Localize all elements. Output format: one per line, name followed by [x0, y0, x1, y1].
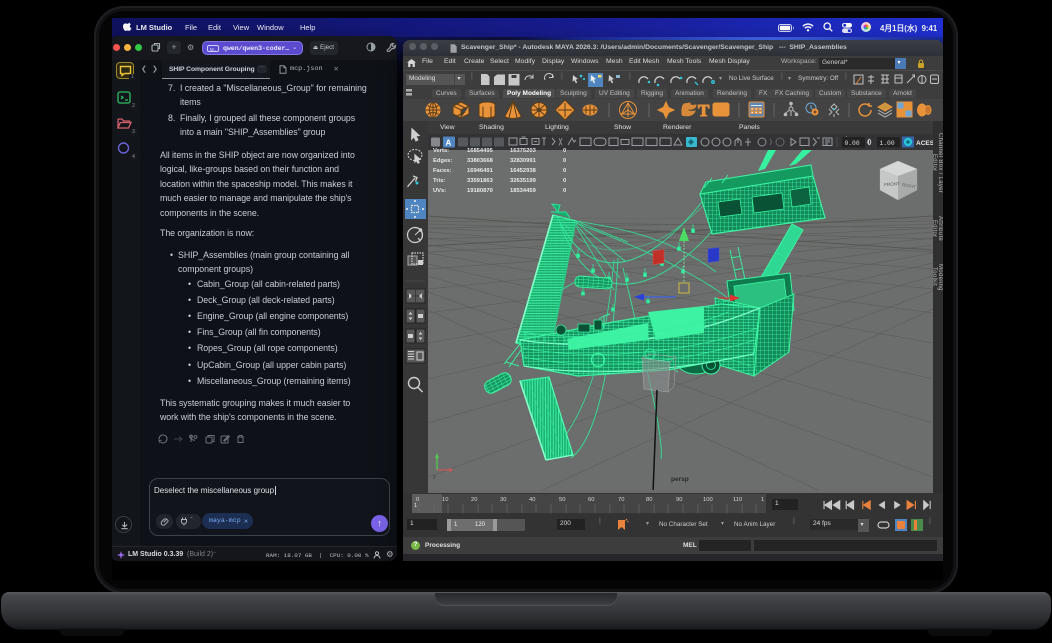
svg-text:1: 1 [761, 497, 764, 503]
svg-text:10: 10 [442, 497, 448, 503]
svg-text:30: 30 [500, 497, 506, 503]
svg-text:persp: persp [671, 476, 689, 483]
svg-text:110: 110 [733, 497, 742, 503]
svg-text:70: 70 [618, 497, 624, 503]
svg-text:0.00: 0.00 [845, 140, 860, 147]
svg-text:100: 100 [703, 497, 713, 503]
svg-text:20: 20 [471, 497, 477, 503]
svg-text:SVG: SVG [716, 108, 729, 114]
svg-text:60: 60 [588, 497, 594, 503]
svg-text:A: A [446, 139, 452, 148]
svg-text:1.00: 1.00 [880, 140, 895, 147]
svg-text:80: 80 [646, 497, 652, 503]
svg-text:0: 0 [416, 497, 419, 503]
svg-text:40: 40 [529, 497, 535, 503]
svg-text:90: 90 [676, 497, 682, 503]
svg-text:T: T [698, 101, 710, 120]
svg-text:ACES: ACES [916, 140, 933, 147]
svg-text:50: 50 [559, 497, 565, 503]
